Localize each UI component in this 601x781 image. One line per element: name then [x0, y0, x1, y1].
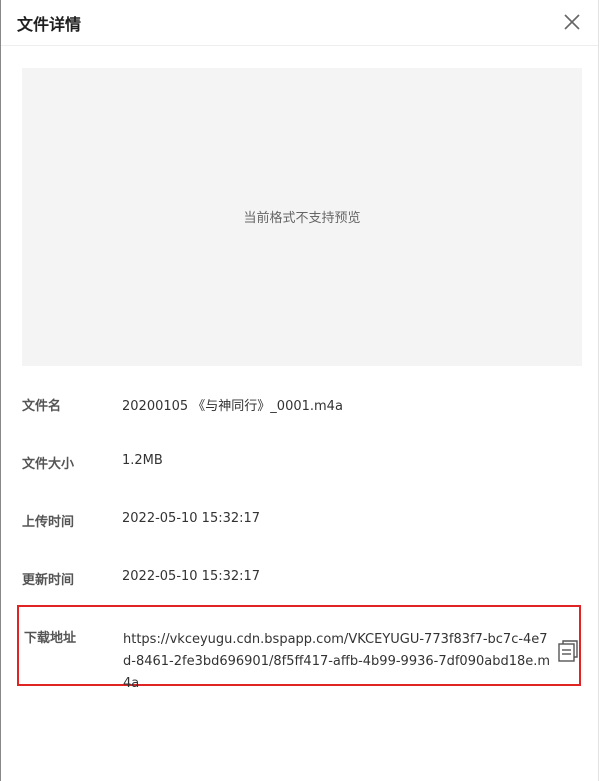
filesize-value: 1.2MB: [122, 453, 163, 468]
update-time-label: 更新时间: [22, 573, 75, 588]
close-icon: [564, 14, 580, 30]
panel-title: 文件详情: [17, 15, 82, 34]
copy-url-button[interactable]: [557, 639, 579, 663]
filesize-label: 文件大小: [22, 457, 75, 472]
download-url-highlight: 下载地址 https://vkceyugu.cdn.bspapp.com/VKC…: [17, 605, 581, 691]
download-url-label: 下载地址: [24, 631, 77, 646]
panel-header: 文件详情: [1, 0, 598, 46]
update-time-value: 2022-05-10 15:32:17: [122, 569, 261, 584]
file-details-panel: 文件详情 当前格式不支持预览 文件名 20200105 《与神同行》_0001.…: [0, 0, 599, 781]
filename-label: 文件名: [22, 399, 62, 414]
preview-unsupported-message: 当前格式不支持预览: [243, 211, 361, 226]
copy-icon: [558, 640, 578, 662]
upload-time-value: 2022-05-10 15:32:17: [122, 511, 261, 526]
filename-value: 20200105 《与神同行》_0001.m4a: [122, 399, 343, 414]
download-url-value[interactable]: https://vkceyugu.cdn.bspapp.com/VKCEYUGU…: [123, 629, 553, 695]
close-button[interactable]: [562, 12, 582, 32]
file-preview-area: 当前格式不支持预览: [22, 68, 582, 366]
upload-time-label: 上传时间: [22, 515, 75, 530]
